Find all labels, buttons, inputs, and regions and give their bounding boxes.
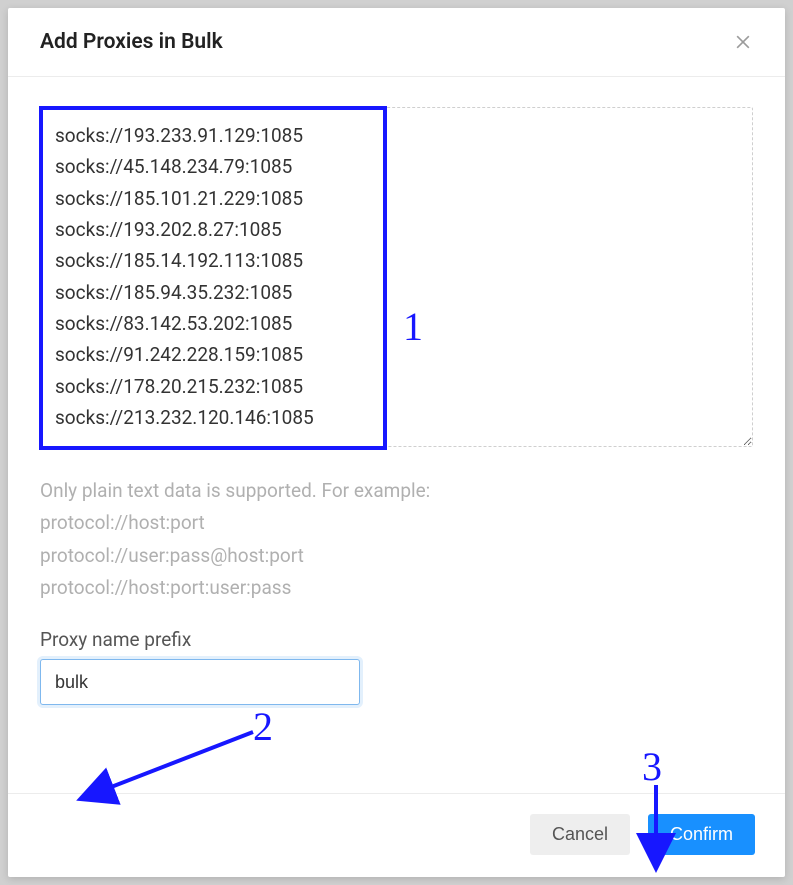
help-line-1: Only plain text data is supported. For e…	[40, 475, 753, 507]
annotation-number-2: 2	[253, 707, 273, 747]
textarea-wrapper	[40, 107, 753, 447]
modal-title: Add Proxies in Bulk	[40, 30, 223, 54]
annotation-number-3: 3	[642, 747, 662, 787]
cancel-button[interactable]: Cancel	[530, 814, 630, 855]
close-icon	[733, 32, 753, 52]
modal-header: Add Proxies in Bulk	[8, 8, 785, 77]
prefix-label: Proxy name prefix	[40, 628, 753, 651]
close-button[interactable]	[731, 30, 755, 54]
modal-body: 1 Only plain text data is supported. For…	[8, 77, 785, 793]
prefix-input[interactable]	[40, 659, 360, 705]
help-line-2: protocol://host:port	[40, 507, 753, 539]
prefix-section: Proxy name prefix	[40, 628, 753, 705]
proxies-textarea[interactable]	[40, 107, 753, 447]
help-line-3: protocol://user:pass@host:port	[40, 540, 753, 572]
modal-footer: Cancel Confirm	[8, 793, 785, 877]
add-proxies-modal: Add Proxies in Bulk 1 Only plain text da…	[8, 8, 785, 877]
help-text: Only plain text data is supported. For e…	[40, 475, 753, 604]
confirm-button[interactable]: Confirm	[648, 814, 755, 855]
help-line-4: protocol://host:port:user:pass	[40, 572, 753, 604]
